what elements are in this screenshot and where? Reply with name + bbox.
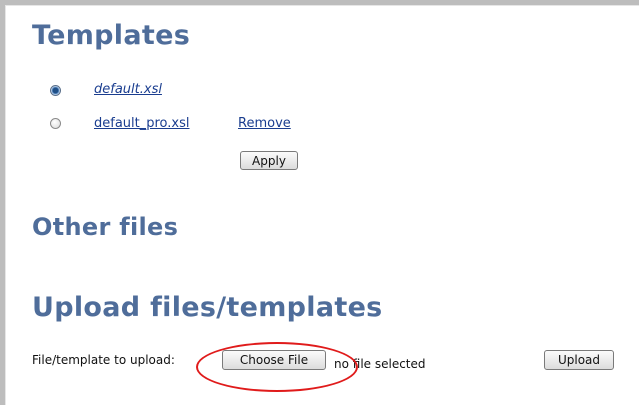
- frame-inner-left-line: [5, 5, 6, 405]
- choose-file-button[interactable]: Choose File: [222, 350, 326, 370]
- page-frame: [0, 0, 639, 405]
- template-link-default-xsl[interactable]: default.xsl: [94, 82, 162, 97]
- radio-default-pro-xsl[interactable]: [50, 118, 61, 129]
- upload-field-label: File/template to upload:: [32, 353, 175, 367]
- templates-heading: Templates: [32, 20, 191, 51]
- no-file-selected-text: no file selected: [334, 357, 426, 371]
- upload-button[interactable]: Upload: [544, 350, 614, 370]
- upload-heading: Upload files/templates: [32, 292, 383, 323]
- radio-default-xsl[interactable]: [50, 85, 61, 96]
- template-link-default-pro-xsl[interactable]: default_pro.xsl: [94, 116, 190, 131]
- remove-template-link[interactable]: Remove: [238, 116, 291, 131]
- frame-inner-top-line: [5, 5, 639, 6]
- other-files-heading: Other files: [32, 213, 179, 241]
- apply-button[interactable]: Apply: [240, 151, 298, 170]
